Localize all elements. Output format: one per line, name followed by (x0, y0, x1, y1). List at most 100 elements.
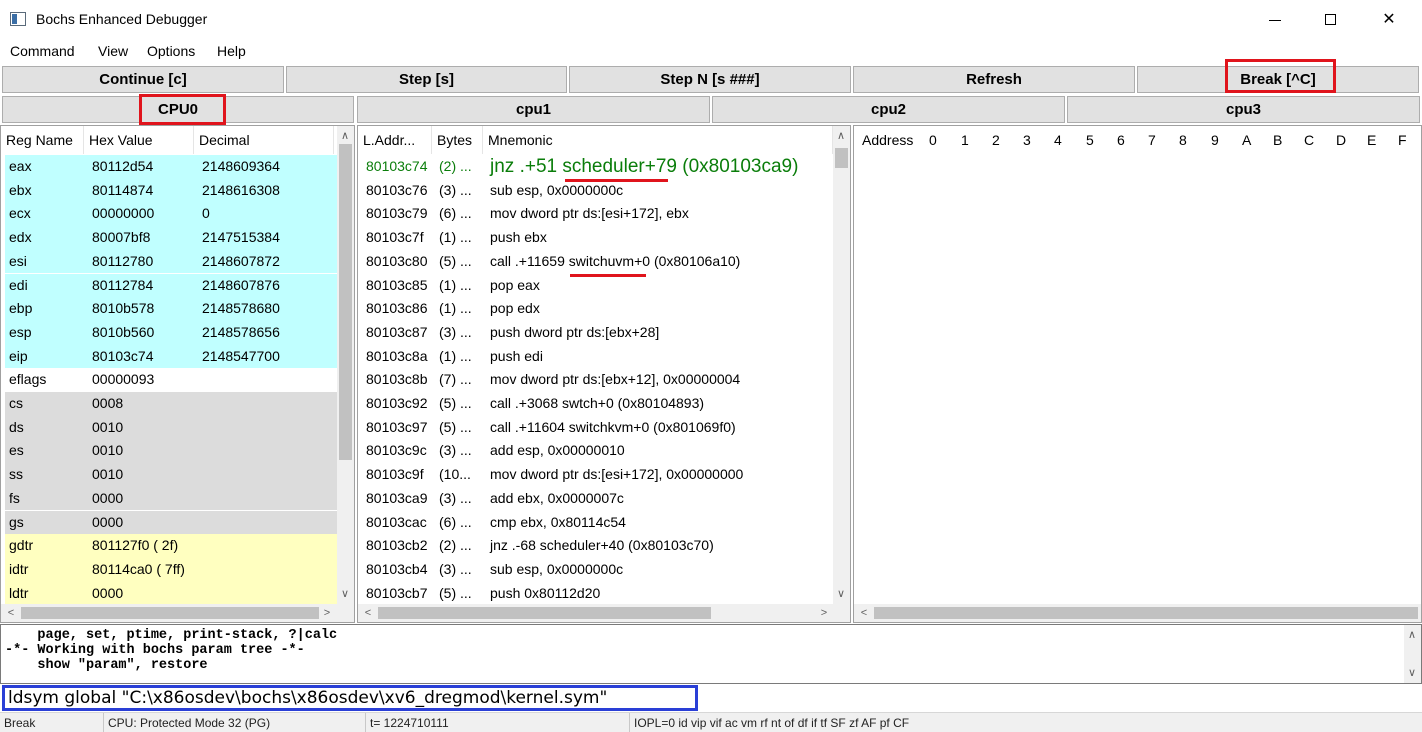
break-button[interactable]: Break [^C] (1137, 66, 1419, 93)
disasm-header-addr[interactable]: L.Addr... (358, 126, 432, 154)
disasm-row[interactable]: 80103c8a (1) ... push edi (358, 345, 832, 369)
disasm-vscroll-thumb[interactable] (835, 148, 848, 168)
disasm-row[interactable]: 80103c92 (5) ... call .+3068 swtch+0 (0x80… (358, 392, 832, 416)
continue-button[interactable]: Continue [c] (2, 66, 284, 93)
disasm-row[interactable]: 80103cb7 (5) ... push 0x80112d20 (358, 582, 832, 606)
registers-hscroll-thumb[interactable] (21, 607, 319, 619)
scroll-down-icon[interactable]: ∨ (1404, 665, 1420, 681)
disasm-row[interactable]: 80103c9f (10... mov dword ptr ds:[esi+172]… (358, 463, 832, 487)
disasm-row[interactable]: 80103c76 (3) ... sub esp, 0x0000000c (358, 179, 832, 203)
register-row-esp[interactable]: esp 8010b560 2148578656 (5, 320, 337, 345)
disasm-vscrollbar[interactable]: ∧ ∨ (833, 126, 850, 604)
disasm-header-bytes[interactable]: Bytes (432, 126, 483, 154)
disasm-row-current[interactable]: 80103c74 (2) ... jnz .+51 scheduler+79 (0x… (358, 155, 832, 179)
disasm-row[interactable]: 80103c97 (5) ... call .+11604 switchkvm+0 … (358, 416, 832, 440)
memory-header-col[interactable]: 4 (1054, 126, 1062, 154)
refresh-button[interactable]: Refresh (853, 66, 1135, 93)
register-row-eip[interactable]: eip 80103c74 2148547700 (5, 344, 337, 369)
scroll-left-icon[interactable]: < (360, 605, 376, 621)
maximize-button[interactable] (1308, 0, 1354, 40)
register-row-gs[interactable]: gs 0000 (5, 510, 337, 535)
memory-header-address[interactable]: Address (862, 126, 913, 154)
disasm-row[interactable]: 80103c9c (3) ... add esp, 0x00000010 (358, 439, 832, 463)
tab-cpu1[interactable]: cpu1 (357, 96, 710, 123)
menu-options[interactable]: Options (147, 43, 195, 59)
scroll-up-icon[interactable]: ∧ (337, 128, 353, 144)
memory-header-col[interactable]: B (1273, 126, 1282, 154)
memory-header-col[interactable]: 2 (992, 126, 1000, 154)
disasm-row[interactable]: 80103c87 (3) ... push dword ptr ds:[ebx+28… (358, 321, 832, 345)
memory-header-col[interactable]: 3 (1023, 126, 1031, 154)
memory-header-col[interactable]: 0 (929, 126, 937, 154)
console-vscrollbar[interactable]: ∧ ∨ (1404, 625, 1421, 683)
register-row-eflags[interactable]: eflags 00000093 (5, 368, 337, 392)
memory-header-col[interactable]: D (1336, 126, 1346, 154)
disasm-row[interactable]: 80103cb2 (2) ... jnz .-68 scheduler+40 (0x… (358, 534, 832, 558)
memory-header-col[interactable]: E (1367, 126, 1376, 154)
tab-cpu2[interactable]: cpu2 (712, 96, 1065, 123)
register-row-esi[interactable]: esi 80112780 2148607872 (5, 249, 337, 274)
console-output[interactable]: page, set, ptime, print-stack, ?|calc -*… (0, 624, 1422, 684)
memory-header-col[interactable]: 1 (961, 126, 969, 154)
scroll-down-icon[interactable]: ∨ (833, 586, 849, 602)
register-row-edx[interactable]: edx 80007bf8 2147515384 (5, 226, 337, 250)
register-row-ss[interactable]: ss 0010 (5, 463, 337, 487)
close-button[interactable]: ✕ (1366, 0, 1412, 40)
tab-cpu3[interactable]: cpu3 (1067, 96, 1420, 123)
register-row-ldtr[interactable]: ldtr 0000 (5, 581, 337, 606)
menu-command[interactable]: Command (10, 43, 75, 59)
register-row-cs[interactable]: cs 0008 (5, 392, 337, 416)
memory-hscrollbar[interactable]: < (854, 604, 1421, 622)
menu-help[interactable]: Help (217, 43, 246, 59)
reg-header-name[interactable]: Reg Name (1, 126, 84, 154)
disasm-hscroll-thumb[interactable] (378, 607, 711, 619)
menu-view[interactable]: View (98, 43, 128, 59)
scroll-right-icon[interactable]: > (319, 605, 335, 621)
disasm-row[interactable]: 80103c79 (6) ... mov dword ptr ds:[esi+172… (358, 202, 832, 226)
memory-header-col[interactable]: A (1242, 126, 1251, 154)
reg-header-decimal[interactable]: Decimal (194, 126, 334, 154)
register-row-ebp[interactable]: ebp 8010b578 2148578680 (5, 297, 337, 321)
disasm-row[interactable]: 80103c80 (5) ... call .+11659 switchuvm+0 … (358, 250, 832, 274)
registers-vscrollbar[interactable]: ∧ ∨ (337, 126, 354, 604)
disasm-row[interactable]: 80103c85 (1) ... pop eax (358, 274, 832, 298)
disasm-row[interactable]: 80103cac (6) ... cmp ebx, 0x80114c54 (358, 511, 832, 535)
scroll-right-icon[interactable]: > (816, 605, 832, 621)
command-input[interactable]: ldsym global "C:\x86osdev\bochs\x86osdev… (2, 685, 698, 711)
memory-header-col[interactable]: C (1304, 126, 1314, 154)
disasm-row[interactable]: 80103c7f (1) ... push ebx (358, 226, 832, 250)
register-row-idtr[interactable]: idtr 80114ca0 ( 7ff) (5, 557, 337, 582)
step-n-button[interactable]: Step N [s ###] (569, 66, 851, 93)
reg-header-hex[interactable]: Hex Value (84, 126, 194, 154)
memory-header-col[interactable]: 8 (1179, 126, 1187, 154)
scroll-left-icon[interactable]: < (3, 605, 19, 621)
register-row-eax[interactable]: eax 80112d54 2148609364 (5, 155, 337, 179)
disasm-hscrollbar[interactable]: < > (358, 604, 850, 622)
minimize-button[interactable] (1252, 0, 1298, 40)
tab-cpu0[interactable]: CPU0 (2, 96, 354, 123)
register-row-fs[interactable]: fs 0000 (5, 486, 337, 511)
disasm-row[interactable]: 80103cb4 (3) ... sub esp, 0x0000000c (358, 558, 832, 582)
memory-header-col[interactable]: 9 (1211, 126, 1219, 154)
register-row-ecx[interactable]: ecx 00000000 0 (5, 202, 337, 227)
register-row-edi[interactable]: edi 80112784 2148607876 (5, 273, 337, 298)
disasm-header-mnemonic[interactable]: Mnemonic (483, 126, 833, 154)
scroll-up-icon[interactable]: ∧ (1404, 627, 1420, 643)
memory-header-col[interactable]: 5 (1086, 126, 1094, 154)
memory-hscroll-thumb[interactable] (874, 607, 1418, 619)
step-button[interactable]: Step [s] (286, 66, 567, 93)
memory-header-col[interactable]: F (1398, 126, 1407, 154)
registers-vscroll-thumb[interactable] (339, 144, 352, 460)
disasm-row[interactable]: 80103c86 (1) ... pop edx (358, 297, 832, 321)
memory-header-col[interactable]: 6 (1117, 126, 1125, 154)
disasm-row[interactable]: 80103c8b (7) ... mov dword ptr ds:[ebx+12]… (358, 368, 832, 392)
scroll-up-icon[interactable]: ∧ (833, 128, 849, 144)
scroll-left-icon[interactable]: < (856, 605, 872, 621)
register-row-ebx[interactable]: ebx 80114874 2148616308 (5, 178, 337, 203)
register-row-gdtr[interactable]: gdtr 801127f0 ( 2f) (5, 534, 337, 558)
memory-header-col[interactable]: 7 (1148, 126, 1156, 154)
scroll-down-icon[interactable]: ∨ (337, 586, 353, 602)
register-row-ds[interactable]: ds 0010 (5, 415, 337, 440)
registers-hscrollbar[interactable]: < > (1, 604, 354, 622)
disasm-row[interactable]: 80103ca9 (3) ... add ebx, 0x0000007c (358, 487, 832, 511)
